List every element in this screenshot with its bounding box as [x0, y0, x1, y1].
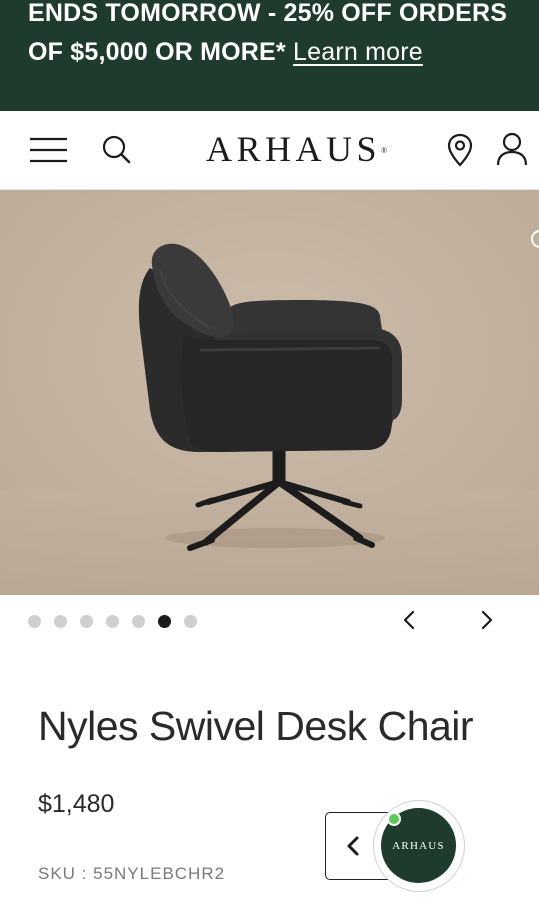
carousel-dots [28, 615, 197, 628]
search-icon[interactable] [102, 135, 132, 170]
carousel-dot[interactable] [158, 615, 171, 628]
brand-name: ARHAUS [206, 129, 382, 169]
chair-photo [0, 190, 539, 595]
chat-brand-logo: ARHAUS [392, 839, 445, 852]
trademark-mark: ® [381, 146, 388, 155]
promo-message: ENDS TOMORROW - 25% OFF ORDERS OF $5,000… [28, 0, 508, 66]
carousel-dot[interactable] [184, 615, 197, 628]
carousel-dot[interactable] [28, 615, 41, 628]
promo-banner: ENDS TOMORROW - 25% OFF ORDERS OF $5,000… [0, 0, 539, 111]
site-header: ARHAUS® [0, 111, 539, 190]
carousel-dot[interactable] [54, 615, 67, 628]
chevron-left-icon[interactable] [396, 605, 426, 635]
product-page: ENDS TOMORROW - 25% OFF ORDERS OF $5,000… [0, 0, 539, 898]
product-title: Nyles Swivel Desk Chair [38, 703, 474, 749]
product-image[interactable] [0, 190, 539, 595]
learn-more-link[interactable]: Learn more [293, 38, 423, 66]
chevron-left-icon [347, 836, 359, 856]
brand-logo[interactable]: ARHAUS® [206, 129, 387, 169]
menu-icon[interactable] [30, 137, 68, 168]
online-status-indicator [387, 812, 401, 826]
carousel-dot[interactable] [80, 615, 93, 628]
product-sku: SKU : 55NYLEBCHR2 [38, 864, 226, 883]
product-price: $1,480 [38, 790, 115, 818]
chevron-right-icon[interactable] [472, 605, 502, 635]
account-icon[interactable] [496, 132, 528, 171]
carousel-dot[interactable] [132, 615, 145, 628]
location-pin-icon[interactable] [447, 133, 473, 172]
carousel-dot[interactable] [106, 615, 119, 628]
chat-launcher-button[interactable]: ARHAUS [373, 800, 465, 892]
promo-text-block: ENDS TOMORROW - 25% OFF ORDERS OF $5,000… [28, 0, 528, 72]
